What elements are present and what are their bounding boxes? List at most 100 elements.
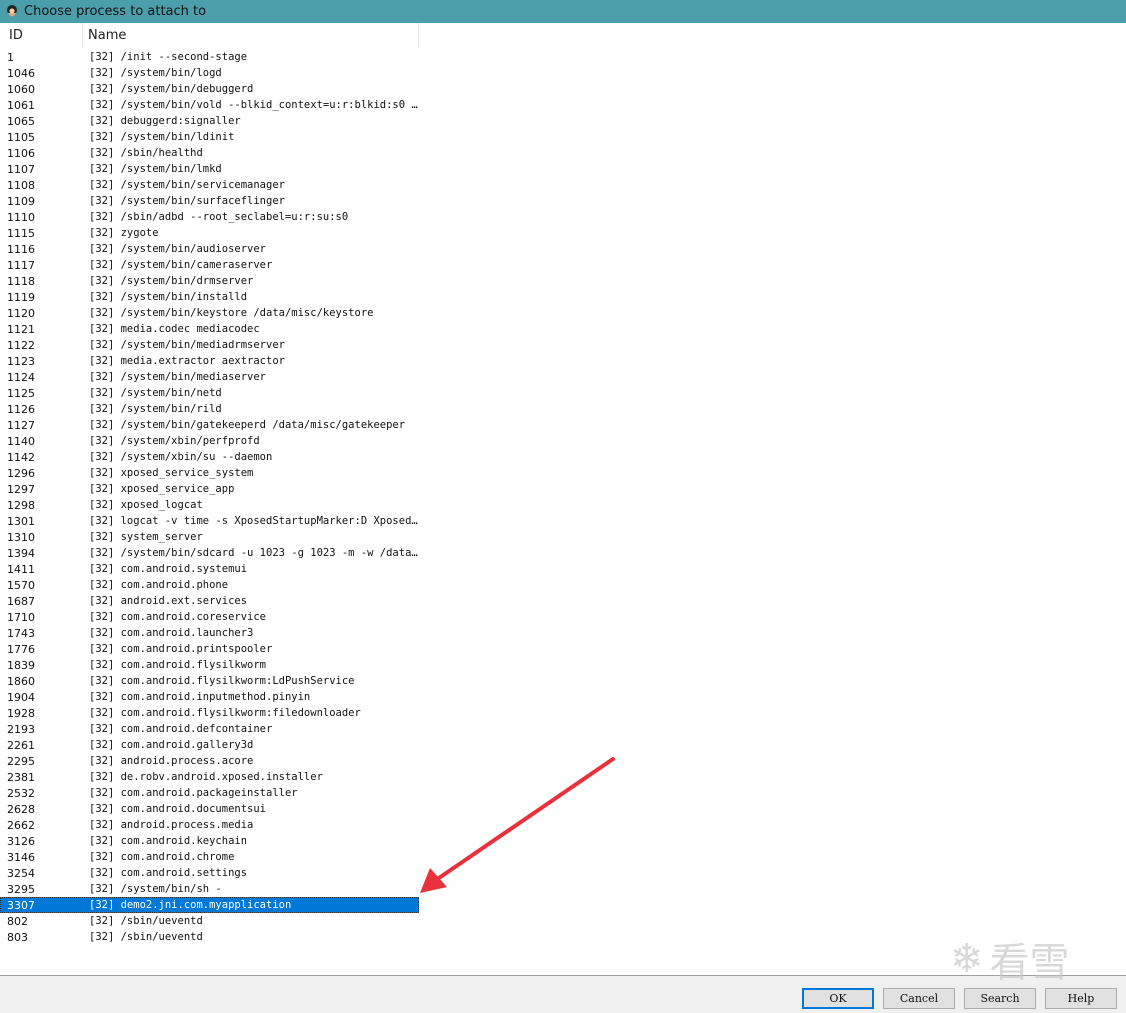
- help-button[interactable]: Help: [1045, 988, 1117, 1009]
- table-row[interactable]: 3254 [32] com.android.settings: [0, 865, 420, 881]
- table-row[interactable]: 802 [32] /sbin/ueventd: [0, 913, 420, 929]
- table-row[interactable]: 1904 [32] com.android.inputmethod.pinyin: [0, 689, 420, 705]
- table-row[interactable]: 1105 [32] /system/bin/ldinit: [0, 129, 420, 145]
- title-bar[interactable]: Choose process to attach to: [0, 0, 1126, 23]
- table-row[interactable]: 1743 [32] com.android.launcher3: [0, 625, 420, 641]
- table-row[interactable]: 1310 [32] system_server: [0, 529, 420, 545]
- table-row[interactable]: 803 [32] /sbin/ueventd: [0, 929, 420, 945]
- process-id: 1301: [7, 514, 35, 528]
- process-name: [32] /system/bin/audioserver: [89, 243, 267, 255]
- table-row[interactable]: 1776 [32] com.android.printspooler: [0, 641, 420, 657]
- process-name: [32] com.android.flysilkworm: [89, 659, 267, 671]
- table-row[interactable]: 1115 [32] zygote: [0, 225, 420, 241]
- table-row[interactable]: 1860 [32] com.android.flysilkworm:LdPushS…: [0, 673, 420, 689]
- process-list[interactable]: ID Name 1 [32] /init --second-stage 1046 [3…: [0, 23, 1126, 976]
- table-row[interactable]: 1298 [32] xposed_logcat: [0, 497, 420, 513]
- table-row[interactable]: 1065 [32] debuggerd:signaller: [0, 113, 420, 129]
- process-id: 3126: [7, 834, 35, 848]
- table-row[interactable]: 1046 [32] /system/bin/logd: [0, 65, 420, 81]
- table-row[interactable]: 1122 [32] /system/bin/mediadrmserver: [0, 337, 420, 353]
- table-row[interactable]: 1296 [32] xposed_service_system: [0, 465, 420, 481]
- process-name: [32] /system/bin/netd: [89, 387, 222, 399]
- search-button[interactable]: Search: [964, 988, 1036, 1009]
- process-id: 1298: [7, 498, 35, 512]
- table-row[interactable]: 1116 [32] /system/bin/audioserver: [0, 241, 420, 257]
- table-row[interactable]: 1126 [32] /system/bin/rild: [0, 401, 420, 417]
- table-row[interactable]: 2193 [32] com.android.defcontainer: [0, 721, 420, 737]
- process-name: [32] android.ext.services: [89, 595, 248, 607]
- column-header-name[interactable]: Name: [83, 23, 419, 48]
- list-header: ID Name: [0, 23, 420, 48]
- process-id: 1928: [7, 706, 35, 720]
- table-row[interactable]: 1140 [32] /system/xbin/perfprofd: [0, 433, 420, 449]
- process-id: 1121: [7, 322, 35, 336]
- process-id: 1120: [7, 306, 35, 320]
- table-row[interactable]: 1109 [32] /system/bin/surfaceflinger: [0, 193, 420, 209]
- process-id: 1904: [7, 690, 35, 704]
- process-id: 803: [7, 930, 28, 944]
- process-name: [32] /system/bin/debuggerd: [89, 83, 254, 95]
- table-row[interactable]: 1118 [32] /system/bin/drmserver: [0, 273, 420, 289]
- table-row[interactable]: 1107 [32] /system/bin/lmkd: [0, 161, 420, 177]
- process-name: [32] /system/xbin/perfprofd: [89, 435, 260, 447]
- table-row[interactable]: 1106 [32] /sbin/healthd: [0, 145, 420, 161]
- table-row[interactable]: 1127 [32] /system/bin/gatekeeperd /data/m…: [0, 417, 420, 433]
- process-id: 1776: [7, 642, 35, 656]
- table-row[interactable]: 1297 [32] xposed_service_app: [0, 481, 420, 497]
- process-name: [32] com.android.documentsui: [89, 803, 267, 815]
- table-row[interactable]: 1839 [32] com.android.flysilkworm: [0, 657, 420, 673]
- table-row-selected[interactable]: 3307 [32] demo2.jni.com.myapplication: [0, 897, 419, 913]
- ok-button[interactable]: OK: [802, 988, 874, 1009]
- table-row[interactable]: 1 [32] /init --second-stage: [0, 49, 420, 65]
- table-row[interactable]: 1117 [32] /system/bin/cameraserver: [0, 257, 420, 273]
- process-id: 1065: [7, 114, 35, 128]
- table-row[interactable]: 1928 [32] com.android.flysilkworm:filedow…: [0, 705, 420, 721]
- process-name: [32] com.android.flysilkworm:filedownloa…: [89, 707, 361, 719]
- table-row[interactable]: 1123 [32] media.extractor aextractor: [0, 353, 420, 369]
- table-row[interactable]: 1142 [32] /system/xbin/su --daemon: [0, 449, 420, 465]
- ida-app-icon: [4, 4, 20, 20]
- table-row[interactable]: 3295 [32] /system/bin/sh -: [0, 881, 420, 897]
- process-name: [32] com.android.settings: [89, 867, 248, 879]
- column-header-id[interactable]: ID: [0, 23, 83, 48]
- process-name: [32] debuggerd:signaller: [89, 115, 241, 127]
- process-name: [32] com.android.keychain: [89, 835, 248, 847]
- table-row[interactable]: 1124 [32] /system/bin/mediaserver: [0, 369, 420, 385]
- table-row[interactable]: 1394 [32] /system/bin/sdcard -u 1023 -g 1…: [0, 545, 420, 561]
- table-row[interactable]: 1061 [32] /system/bin/vold --blkid_contex…: [0, 97, 420, 113]
- process-name: [32] media.codec mediacodec: [89, 323, 260, 335]
- process-name: [32] xposed_logcat: [89, 499, 203, 511]
- process-id: 1: [7, 50, 14, 64]
- process-name: [32] /system/bin/mediaserver: [89, 371, 267, 383]
- process-id: 2532: [7, 786, 35, 800]
- table-row[interactable]: 1710 [32] com.android.coreservice: [0, 609, 420, 625]
- process-id: 1107: [7, 162, 35, 176]
- process-name: [32] com.android.coreservice: [89, 611, 267, 623]
- table-row[interactable]: 3126 [32] com.android.keychain: [0, 833, 420, 849]
- table-row[interactable]: 2628 [32] com.android.documentsui: [0, 801, 420, 817]
- table-row[interactable]: 1301 [32] logcat -v time -s XposedStartup…: [0, 513, 420, 529]
- table-row[interactable]: 2662 [32] android.process.media: [0, 817, 420, 833]
- process-id: 1115: [7, 226, 35, 240]
- table-row[interactable]: 1060 [32] /system/bin/debuggerd: [0, 81, 420, 97]
- table-row[interactable]: 1108 [32] /system/bin/servicemanager: [0, 177, 420, 193]
- table-row[interactable]: 3146 [32] com.android.chrome: [0, 849, 420, 865]
- process-name: [32] com.android.systemui: [89, 563, 248, 575]
- table-row[interactable]: 2381 [32] de.robv.android.xposed.installe…: [0, 769, 420, 785]
- table-row[interactable]: 1119 [32] /system/bin/installd: [0, 289, 420, 305]
- process-name: [32] xposed_service_system: [89, 467, 254, 479]
- table-row[interactable]: 2532 [32] com.android.packageinstaller: [0, 785, 420, 801]
- table-row[interactable]: 2261 [32] com.android.gallery3d: [0, 737, 420, 753]
- table-row[interactable]: 1687 [32] android.ext.services: [0, 593, 420, 609]
- cancel-button[interactable]: Cancel: [883, 988, 955, 1009]
- table-row[interactable]: 2295 [32] android.process.acore: [0, 753, 420, 769]
- table-row[interactable]: 1120 [32] /system/bin/keystore /data/misc…: [0, 305, 420, 321]
- process-name: [32] /system/bin/gatekeeperd /data/misc/…: [89, 419, 406, 431]
- table-row[interactable]: 1411 [32] com.android.systemui: [0, 561, 420, 577]
- process-name: [32] com.android.phone: [89, 579, 229, 591]
- table-row[interactable]: 1570 [32] com.android.phone: [0, 577, 420, 593]
- process-id: 1142: [7, 450, 35, 464]
- table-row[interactable]: 1121 [32] media.codec mediacodec: [0, 321, 420, 337]
- table-row[interactable]: 1125 [32] /system/bin/netd: [0, 385, 420, 401]
- table-row[interactable]: 1110 [32] /sbin/adbd --root_seclabel=u:r:…: [0, 209, 420, 225]
